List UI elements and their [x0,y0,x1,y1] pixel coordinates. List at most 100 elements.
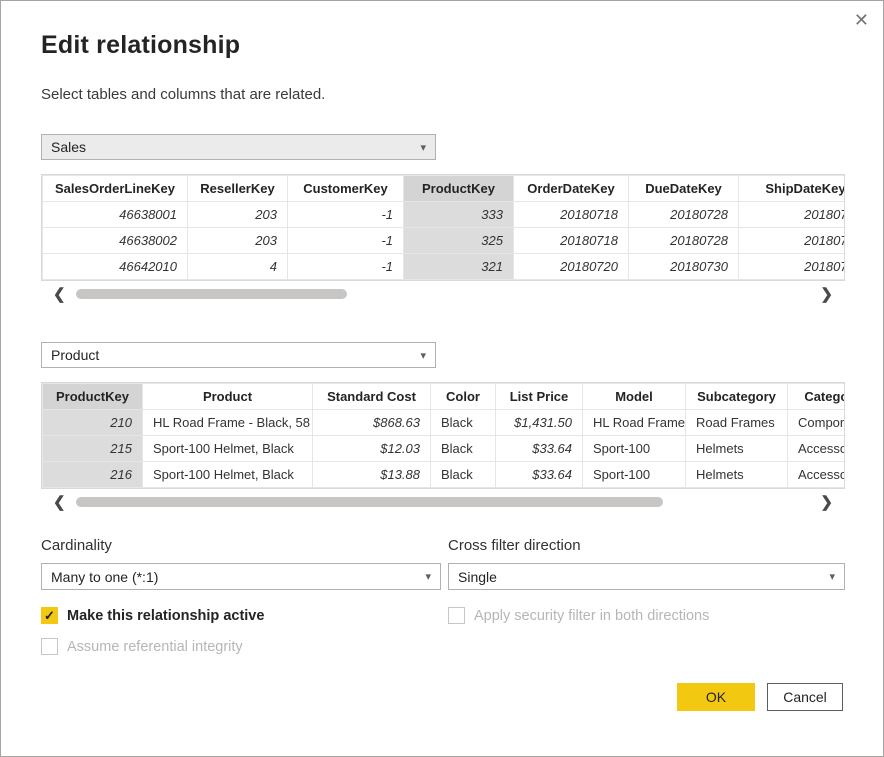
cell[interactable]: Sport-100 [583,436,686,462]
checkbox-checked-icon[interactable]: ✓ [41,607,58,624]
column-header-product[interactable]: Product [143,384,313,410]
scroll-right-icon[interactable]: ❯ [820,495,833,510]
cardinality-label: Cardinality [41,537,441,554]
cell[interactable]: HL Road Frame [583,410,686,436]
cell[interactable]: 20180718 [514,202,629,228]
cell[interactable]: -1 [288,228,404,254]
table1-selector-dropdown[interactable]: Sales ▾ [41,134,436,160]
cell-selected[interactable]: 333 [404,202,514,228]
make-relationship-active-label: Make this relationship active [67,608,264,624]
cell[interactable]: -1 [288,202,404,228]
cell[interactable]: 46642010 [43,254,188,280]
column-header-productkey-selected[interactable]: ProductKey [404,176,514,202]
scrollbar-track[interactable] [76,289,811,299]
cell-selected[interactable]: 216 [43,462,143,488]
column-header-list-price[interactable]: List Price [496,384,583,410]
table-row: 215 Sport-100 Helmet, Black $12.03 Black… [43,436,846,462]
cell[interactable]: Black [431,462,496,488]
cell-selected[interactable]: 210 [43,410,143,436]
cardinality-dropdown[interactable]: Many to one (*:1) ▾ [41,563,441,590]
cross-filter-direction-dropdown[interactable]: Single ▾ [448,563,845,590]
scroll-left-icon[interactable]: ❮ [53,495,66,510]
cell[interactable]: 203 [188,228,288,254]
column-header-model[interactable]: Model [583,384,686,410]
edit-relationship-dialog: ✕ Edit relationship Select tables and co… [0,0,884,757]
cell[interactable]: $13.88 [313,462,431,488]
cell[interactable]: Sport-100 [583,462,686,488]
cell[interactable]: 20180718 [514,228,629,254]
cell[interactable]: Sport-100 Helmet, Black [143,436,313,462]
cell[interactable]: 20180720 [514,254,629,280]
column-header-customerkey[interactable]: CustomerKey [288,176,404,202]
cell[interactable]: Accessories [788,462,846,488]
cell-selected[interactable]: 321 [404,254,514,280]
ok-button[interactable]: OK [677,683,755,711]
cell[interactable]: Accessories [788,436,846,462]
cell[interactable]: -1 [288,254,404,280]
table2-selector-value: Product [51,347,99,363]
cell[interactable]: 46638002 [43,228,188,254]
cell[interactable]: Sport-100 Helmet, Black [143,462,313,488]
column-header-resellerkey[interactable]: ResellerKey [188,176,288,202]
table2-horizontal-scrollbar: ❮ ❯ [41,491,845,513]
table1-selector-value: Sales [51,139,86,155]
chevron-down-icon: ▾ [425,570,431,583]
cell[interactable]: $868.63 [313,410,431,436]
make-relationship-active-checkbox[interactable]: ✓ Make this relationship active [41,607,441,624]
cancel-button[interactable]: Cancel [767,683,843,711]
cell[interactable]: Black [431,436,496,462]
scroll-left-icon[interactable]: ❮ [53,287,66,302]
cell[interactable]: Black [431,410,496,436]
column-header-salesorderlinekey[interactable]: SalesOrderLineKey [43,176,188,202]
cell[interactable]: $33.64 [496,462,583,488]
checkmark-icon: ✓ [44,609,55,622]
table-row: 210 HL Road Frame - Black, 58 $868.63 Bl… [43,410,846,436]
cell[interactable]: 203 [188,202,288,228]
assume-referential-integrity-label: Assume referential integrity [67,639,243,655]
cell[interactable]: $33.64 [496,436,583,462]
column-header-category[interactable]: Category [788,384,846,410]
assume-referential-integrity-checkbox: Assume referential integrity [41,638,441,655]
column-header-productkey-selected[interactable]: ProductKey [43,384,143,410]
cell[interactable]: 20180728 [629,228,739,254]
cell[interactable]: $1,431.50 [496,410,583,436]
sales-table-container: SalesOrderLineKey ResellerKey CustomerKe… [41,174,845,281]
cell[interactable]: 20180730 [629,254,739,280]
checkbox-unchecked-icon [448,607,465,624]
scrollbar-thumb[interactable] [76,289,348,299]
scrollbar-track[interactable] [76,497,811,507]
scroll-right-icon[interactable]: ❯ [820,287,833,302]
scrollbar-thumb[interactable] [76,497,664,507]
cell[interactable]: HL Road Frame - Black, 58 [143,410,313,436]
cross-filter-direction-label: Cross filter direction [448,537,845,554]
column-header-color[interactable]: Color [431,384,496,410]
close-icon[interactable]: ✕ [854,11,869,29]
table-row: 46638002 203 -1 325 20180718 20180728 20… [43,228,846,254]
cell[interactable]: 4 [188,254,288,280]
table-row: 46642010 4 -1 321 20180720 20180730 2018… [43,254,846,280]
cell[interactable]: 20180725 [739,228,846,254]
column-header-duedatekey[interactable]: DueDateKey [629,176,739,202]
chevron-down-icon: ▾ [420,349,426,362]
cell-selected[interactable]: 325 [404,228,514,254]
column-header-standard-cost[interactable]: Standard Cost [313,384,431,410]
table2-selector-dropdown[interactable]: Product ▾ [41,342,436,368]
sales-table: SalesOrderLineKey ResellerKey CustomerKe… [42,175,845,280]
product-table: ProductKey Product Standard Cost Color L… [42,383,845,488]
table-header-row: ProductKey Product Standard Cost Color L… [43,384,846,410]
cell[interactable]: $12.03 [313,436,431,462]
cell[interactable]: Helmets [686,436,788,462]
dialog-subtitle: Select tables and columns that are relat… [41,86,843,103]
cell[interactable]: Road Frames [686,410,788,436]
column-header-shipdatekey[interactable]: ShipDateKey [739,176,846,202]
product-table-container: ProductKey Product Standard Cost Color L… [41,382,845,489]
column-header-subcategory[interactable]: Subcategory [686,384,788,410]
cell-selected[interactable]: 215 [43,436,143,462]
cell[interactable]: 46638001 [43,202,188,228]
cell[interactable]: Components [788,410,846,436]
cell[interactable]: 20180728 [629,202,739,228]
column-header-orderdatekey[interactable]: OrderDateKey [514,176,629,202]
cell[interactable]: Helmets [686,462,788,488]
cell[interactable]: 20180727 [739,254,846,280]
cell[interactable]: 20180725 [739,202,846,228]
